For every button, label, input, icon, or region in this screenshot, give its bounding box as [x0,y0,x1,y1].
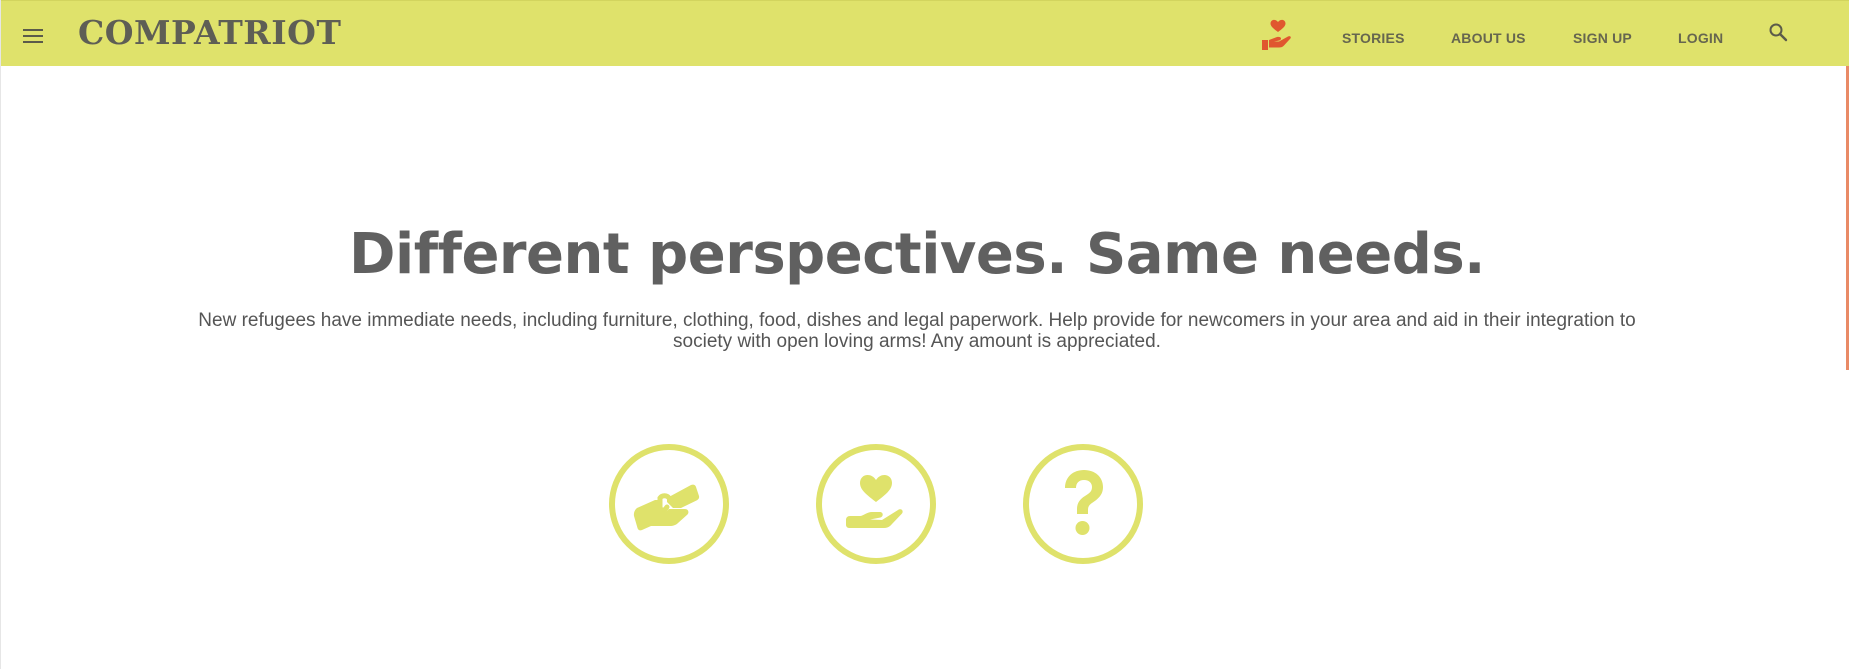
brand-logo[interactable]: COMPATRIOT [78,13,341,53]
hero-title: Different perspectives. Same needs. [349,222,1485,287]
hero-description: New refugees have immediate needs, inclu… [198,310,1636,352]
donate-button[interactable] [816,444,936,564]
handshake-button[interactable] [609,444,729,564]
nav-link-login[interactable]: LOGIN [1678,30,1723,46]
hamburger-menu-icon[interactable] [23,29,43,43]
nav-link-stories[interactable]: STORIES [1342,30,1405,46]
help-button[interactable] [1023,444,1143,564]
page: COMPATRIOT STORIES ABOUT US SIGN UP LOGI… [0,0,1849,669]
nav-link-about-us[interactable]: ABOUT US [1451,30,1526,46]
handshake-icon [633,484,700,531]
question-mark-icon [1065,470,1103,535]
hand-holding-heart-icon [846,474,903,528]
search-icon[interactable] [1767,21,1789,43]
nav-link-sign-up[interactable]: SIGN UP [1573,30,1632,46]
top-navbar: COMPATRIOT STORIES ABOUT US SIGN UP LOGI… [1,0,1849,66]
hand-holding-heart-icon[interactable] [1260,18,1296,52]
